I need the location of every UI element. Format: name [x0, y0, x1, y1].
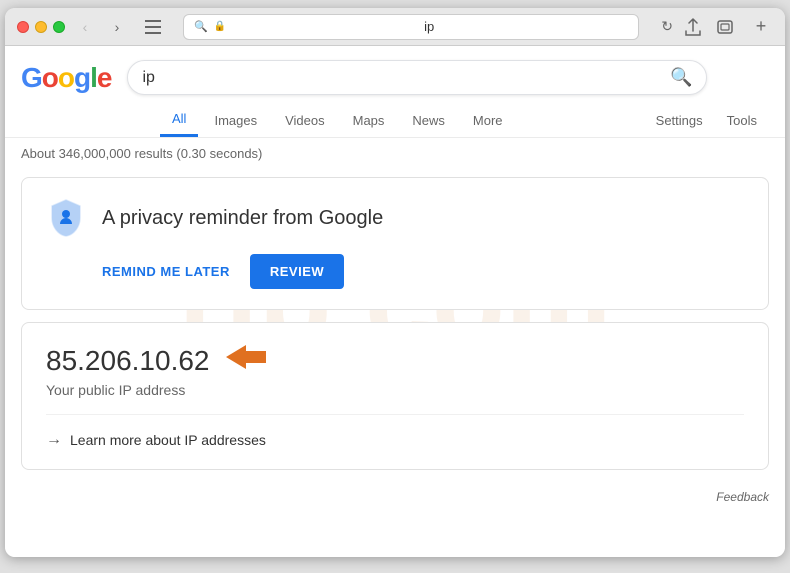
back-button[interactable]: ‹ — [73, 15, 97, 39]
feedback-row: Feedback — [5, 482, 785, 512]
forward-button[interactable]: › — [105, 15, 129, 39]
ip-row: 85.206.10.62 — [46, 343, 744, 378]
lock-icon: 🔒 — [214, 21, 226, 32]
tab-videos[interactable]: Videos — [273, 105, 337, 136]
logo-l: l — [90, 62, 97, 93]
tab-tools[interactable]: Tools — [715, 105, 769, 136]
tab-images[interactable]: Images — [202, 105, 269, 136]
results-count: About 346,000,000 results (0.30 seconds) — [21, 146, 262, 161]
browser-window: ‹ › 🔍 🔒 ip ↻ + — [5, 8, 785, 557]
privacy-card: A privacy reminder from Google REMIND ME… — [21, 177, 769, 310]
address-text: ip — [230, 19, 628, 34]
reload-button[interactable]: ↻ — [661, 18, 673, 35]
privacy-header: A privacy reminder from Google — [46, 198, 383, 238]
ip-label: Your public IP address — [46, 382, 744, 398]
learn-more-text: Learn more about IP addresses — [70, 432, 266, 448]
logo-e: e — [97, 62, 112, 93]
search-bar[interactable]: ip 🔍 — [127, 60, 707, 95]
tab-all[interactable]: All — [160, 103, 198, 137]
search-input[interactable]: ip — [142, 69, 670, 87]
review-button[interactable]: REVIEW — [250, 254, 344, 289]
search-icon: 🔍 — [194, 20, 208, 33]
tab-more[interactable]: More — [461, 105, 515, 136]
tab-maps[interactable]: Maps — [341, 105, 397, 136]
google-logo: Google — [21, 62, 111, 94]
tab-overview-button[interactable] — [713, 15, 737, 39]
search-button[interactable]: 🔍 — [670, 67, 692, 88]
logo-g: G — [21, 62, 42, 93]
close-button[interactable] — [17, 21, 29, 33]
logo-o1: o — [42, 62, 58, 93]
arrow-right-icon: → — [46, 431, 62, 449]
ip-address: 85.206.10.62 — [46, 345, 210, 377]
google-header: Google ip 🔍 — [5, 46, 785, 95]
title-bar: ‹ › 🔍 🔒 ip ↻ + — [5, 8, 785, 46]
address-bar[interactable]: 🔍 🔒 ip — [183, 14, 639, 40]
logo-o2: o — [58, 62, 74, 93]
new-tab-button[interactable]: + — [749, 15, 773, 39]
ip-card: 85.206.10.62 Your public IP address → Le… — [21, 322, 769, 470]
feedback-label[interactable]: Feedback — [716, 490, 769, 504]
learn-more-link[interactable]: → Learn more about IP addresses — [46, 414, 744, 449]
arrow-left-icon — [226, 343, 266, 378]
sidebar-button[interactable] — [141, 15, 165, 39]
page-content: rip.com Google ip 🔍 All Images Videos Ma… — [5, 46, 785, 557]
traffic-lights — [17, 21, 65, 33]
minimize-button[interactable] — [35, 21, 47, 33]
tab-news[interactable]: News — [400, 105, 457, 136]
privacy-card-inner: A privacy reminder from Google REMIND ME… — [46, 198, 744, 289]
tab-settings[interactable]: Settings — [644, 105, 715, 136]
logo-g2: g — [74, 62, 90, 93]
privacy-buttons: REMIND ME LATER REVIEW — [102, 254, 344, 289]
results-info: About 346,000,000 results (0.30 seconds) — [5, 138, 785, 169]
share-button[interactable] — [681, 15, 705, 39]
nav-tabs: All Images Videos Maps News More Setting… — [5, 95, 785, 138]
privacy-title: A privacy reminder from Google — [102, 207, 383, 230]
remind-later-button[interactable]: REMIND ME LATER — [102, 264, 230, 279]
maximize-button[interactable] — [53, 21, 65, 33]
shield-icon — [46, 198, 86, 238]
